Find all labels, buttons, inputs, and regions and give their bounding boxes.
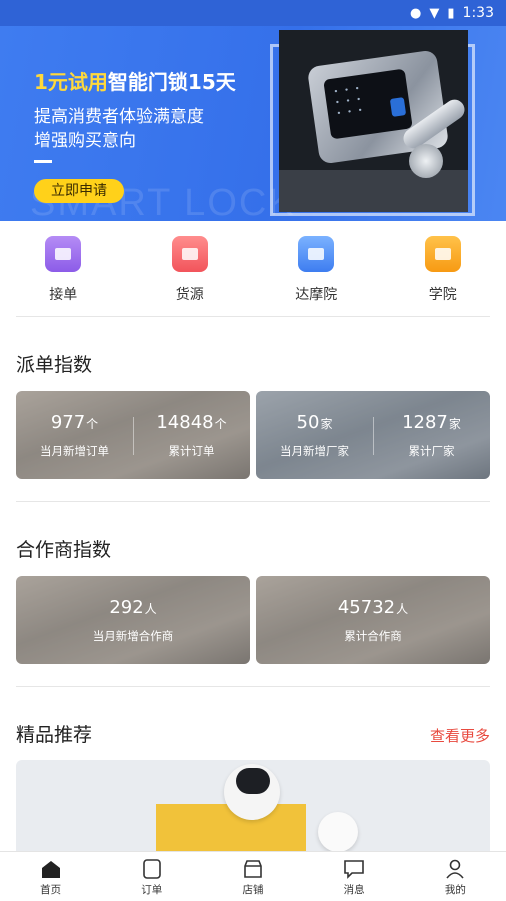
- keypad-dots: •••••••••: [333, 82, 369, 119]
- stat-value: 1287: [402, 412, 448, 433]
- status-time: 1:33: [463, 5, 494, 21]
- stat-unit: 人: [396, 602, 408, 616]
- stat-value: 977: [51, 412, 85, 433]
- stat-value: 292: [109, 597, 143, 618]
- store-icon: [242, 858, 264, 880]
- shortcut-label: 学院: [429, 284, 457, 304]
- divider: [16, 316, 490, 317]
- stat-value: 50: [297, 412, 320, 433]
- profile-icon: [444, 858, 466, 880]
- dispatch-factories-card[interactable]: 50家 当月新增厂家 1287家 累计厂家: [256, 391, 490, 479]
- stat-value: 14848: [156, 412, 213, 433]
- camera-lens: [236, 768, 270, 794]
- lock-knob: [409, 144, 443, 178]
- stat-total-orders: 14848个 累计订单: [133, 391, 250, 479]
- stat-caption: 累计合作商: [344, 628, 402, 644]
- battery-icon: ▮: [447, 6, 454, 21]
- order-icon: [141, 858, 163, 880]
- banner-line-2: 增强购买意向: [34, 126, 136, 151]
- bottom-tab-bar: 首页 订单 店铺 消息 我的: [0, 851, 506, 901]
- divider: [16, 686, 490, 687]
- divider: [16, 501, 490, 502]
- smart-lock-image: •••••••••: [279, 30, 468, 212]
- stat-unit: 家: [320, 417, 332, 431]
- banner-dash: [34, 160, 52, 163]
- fingerprint-sensor: [390, 97, 406, 117]
- stat-unit: 家: [449, 417, 461, 431]
- stat-caption: 当月新增厂家: [280, 443, 349, 459]
- tab-profile[interactable]: 我的: [405, 852, 506, 901]
- shortcut-label: 接单: [49, 284, 77, 304]
- stat-caption: 累计订单: [169, 443, 215, 459]
- tab-orders[interactable]: 订单: [101, 852, 202, 901]
- supply-box-icon: [172, 236, 208, 272]
- shortcut-receive-order[interactable]: 接单: [0, 232, 127, 312]
- shortcut-academy[interactable]: 达摩院: [253, 232, 380, 312]
- stat-caption: 当月新增合作商: [93, 628, 174, 644]
- partner-index-title: 合作商指数: [16, 535, 111, 562]
- banner-line-1: 提高消费者体验满意度: [34, 102, 204, 127]
- stat-value: 45732: [338, 597, 395, 618]
- tab-home[interactable]: 首页: [0, 852, 101, 901]
- home-icon: [40, 858, 62, 880]
- tab-store[interactable]: 店铺: [202, 852, 303, 901]
- stat-unit: 人: [145, 602, 157, 616]
- book-icon: [425, 236, 461, 272]
- dispatch-orders-card[interactable]: 977个 当月新增订单 14848个 累计订单: [16, 391, 250, 479]
- message-icon: [343, 858, 365, 880]
- stat-monthly-factories: 50家 当月新增厂家: [256, 391, 373, 479]
- stat-total-factories: 1287家 累计厂家: [373, 391, 490, 479]
- tab-label: 订单: [141, 882, 162, 897]
- stat-unit: 个: [86, 417, 98, 431]
- partner-monthly-card[interactable]: 292人 当月新增合作商: [16, 576, 250, 664]
- featured-title: 精品推荐: [16, 720, 92, 747]
- shortcut-label: 货源: [176, 284, 204, 304]
- receive-order-icon: [45, 236, 81, 272]
- sensor-product-image: [318, 812, 358, 852]
- stat-monthly-partners: 292人 当月新增合作商: [16, 576, 250, 664]
- stat-unit: 个: [215, 417, 227, 431]
- tab-label: 消息: [344, 882, 365, 897]
- shortcut-label: 达摩院: [295, 284, 337, 304]
- dispatch-index-title: 派单指数: [16, 350, 92, 377]
- stat-total-partners: 45732人 累计合作商: [256, 576, 490, 664]
- academy-house-icon: [298, 236, 334, 272]
- location-icon: ●: [410, 6, 421, 21]
- apply-now-button[interactable]: 立即申请: [34, 179, 124, 203]
- stat-caption: 累计厂家: [409, 443, 455, 459]
- tab-label: 我的: [445, 882, 466, 897]
- featured-product-card[interactable]: [16, 760, 490, 852]
- tab-label: 店铺: [242, 882, 263, 897]
- promo-banner[interactable]: SMART LOCK 1元试用智能门锁15天 提高消费者体验满意度 增强购买意向…: [0, 26, 506, 221]
- wifi-icon: ▼: [429, 6, 439, 21]
- banner-title-highlight: 1元试用: [34, 70, 108, 94]
- shortcut-supply[interactable]: 货源: [127, 232, 254, 312]
- shortcut-school[interactable]: 学院: [380, 232, 506, 312]
- shortcut-grid: 接单 货源 达摩院 学院: [0, 232, 506, 312]
- partner-total-card[interactable]: 45732人 累计合作商: [256, 576, 490, 664]
- view-more-link[interactable]: 查看更多: [430, 725, 490, 746]
- banner-title-rest: 智能门锁15天: [108, 70, 236, 94]
- stat-caption: 当月新增订单: [40, 443, 109, 459]
- banner-title: 1元试用智能门锁15天: [34, 66, 236, 95]
- stat-monthly-orders: 977个 当月新增订单: [16, 391, 133, 479]
- status-bar: ● ▼ ▮ 1:33: [0, 0, 506, 26]
- tab-label: 首页: [40, 882, 61, 897]
- tab-messages[interactable]: 消息: [304, 852, 405, 901]
- door-edge: [279, 170, 468, 212]
